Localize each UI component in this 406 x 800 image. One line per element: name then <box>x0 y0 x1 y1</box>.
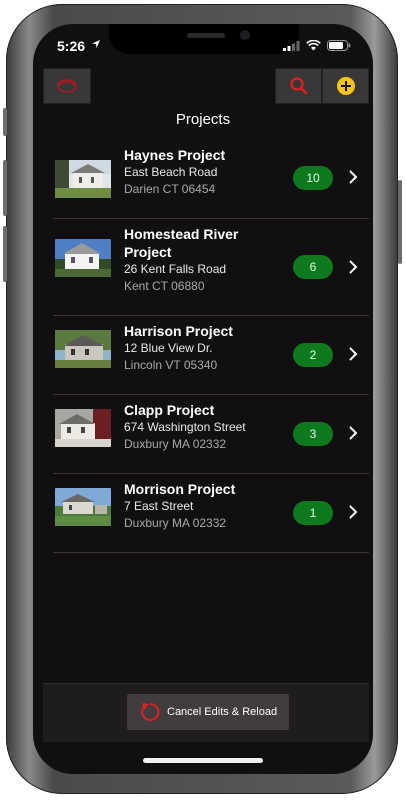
project-thumbnail <box>55 488 111 526</box>
bottom-bar: Cancel Edits & Reload <box>43 683 369 742</box>
project-address: East Beach Road <box>124 165 218 179</box>
volume-down-button <box>3 226 7 282</box>
project-city: Duxbury MA 02332 <box>124 516 227 530</box>
project-city: Duxbury MA 02332 <box>124 437 227 451</box>
project-thumbnail <box>55 409 111 447</box>
search-button[interactable] <box>275 68 322 104</box>
location-arrow-icon <box>92 40 100 48</box>
cellular-signal-icon <box>283 41 300 51</box>
chevron-right-icon <box>349 170 358 184</box>
volume-up-button <box>3 160 7 216</box>
nav-bar <box>33 68 373 106</box>
project-row[interactable]: Homestead River Project 26 Kent Falls Ro… <box>53 219 369 316</box>
status-bar: 5:26 <box>33 24 373 68</box>
logo-button[interactable] <box>43 68 91 104</box>
project-city: Darien CT 06454 <box>124 182 216 196</box>
count-badge: 10 <box>293 166 333 190</box>
page-title: Projects <box>175 111 231 128</box>
project-address: 12 Blue View Dr. <box>124 341 213 355</box>
add-icon <box>336 77 355 95</box>
project-address: 26 Kent Falls Road <box>124 262 227 276</box>
logo-icon <box>57 79 77 93</box>
project-thumbnail <box>55 330 111 368</box>
project-name: Morrison Project <box>124 481 236 497</box>
battery-icon <box>327 40 351 51</box>
mute-switch <box>3 108 7 136</box>
project-list: Haynes Project East Beach Road Darien CT… <box>53 140 369 553</box>
project-row[interactable]: Clapp Project 674 Washington Street Duxb… <box>53 395 369 474</box>
add-project-button[interactable] <box>322 68 369 104</box>
reload-icon <box>141 702 160 721</box>
chevron-right-icon <box>349 260 358 274</box>
project-city: Kent CT 06880 <box>124 279 205 293</box>
project-address: 674 Washington Street <box>124 420 246 434</box>
cancel-edits-reload-button[interactable]: Cancel Edits & Reload <box>127 694 289 730</box>
wifi-icon <box>306 40 321 51</box>
count-badge: 2 <box>293 343 333 367</box>
project-city: Lincoln VT 05340 <box>124 358 218 372</box>
project-name: Harrison Project <box>124 323 233 339</box>
project-address: 7 East Street <box>124 499 194 513</box>
project-row[interactable]: Morrison Project 7 East Street Duxbury M… <box>53 474 369 553</box>
project-name: Haynes Project <box>124 147 226 163</box>
count-badge: 6 <box>293 255 333 279</box>
project-name: Clapp Project <box>124 402 215 418</box>
system-icons <box>283 40 351 51</box>
project-name: Homestead River Project <box>124 226 239 260</box>
chevron-right-icon <box>349 347 358 361</box>
project-row[interactable]: Haynes Project East Beach Road Darien CT… <box>53 140 369 219</box>
notch <box>109 24 299 54</box>
power-button <box>398 180 402 264</box>
speaker <box>187 33 225 38</box>
home-indicator[interactable] <box>143 758 263 763</box>
project-thumbnail <box>55 239 111 277</box>
search-icon <box>289 77 307 95</box>
chevron-right-icon <box>349 505 358 519</box>
status-time: 5:26 <box>57 38 86 54</box>
project-thumbnail <box>55 160 111 198</box>
count-badge: 3 <box>293 422 333 446</box>
chevron-right-icon <box>349 426 358 440</box>
reload-label: Cancel Edits & Reload <box>167 706 278 718</box>
screen: 5:26 Projects Haynes Project East Beach … <box>33 24 373 774</box>
count-badge: 1 <box>293 501 333 525</box>
project-row[interactable]: Harrison Project 12 Blue View Dr. Lincol… <box>53 316 369 395</box>
camera <box>240 30 250 40</box>
